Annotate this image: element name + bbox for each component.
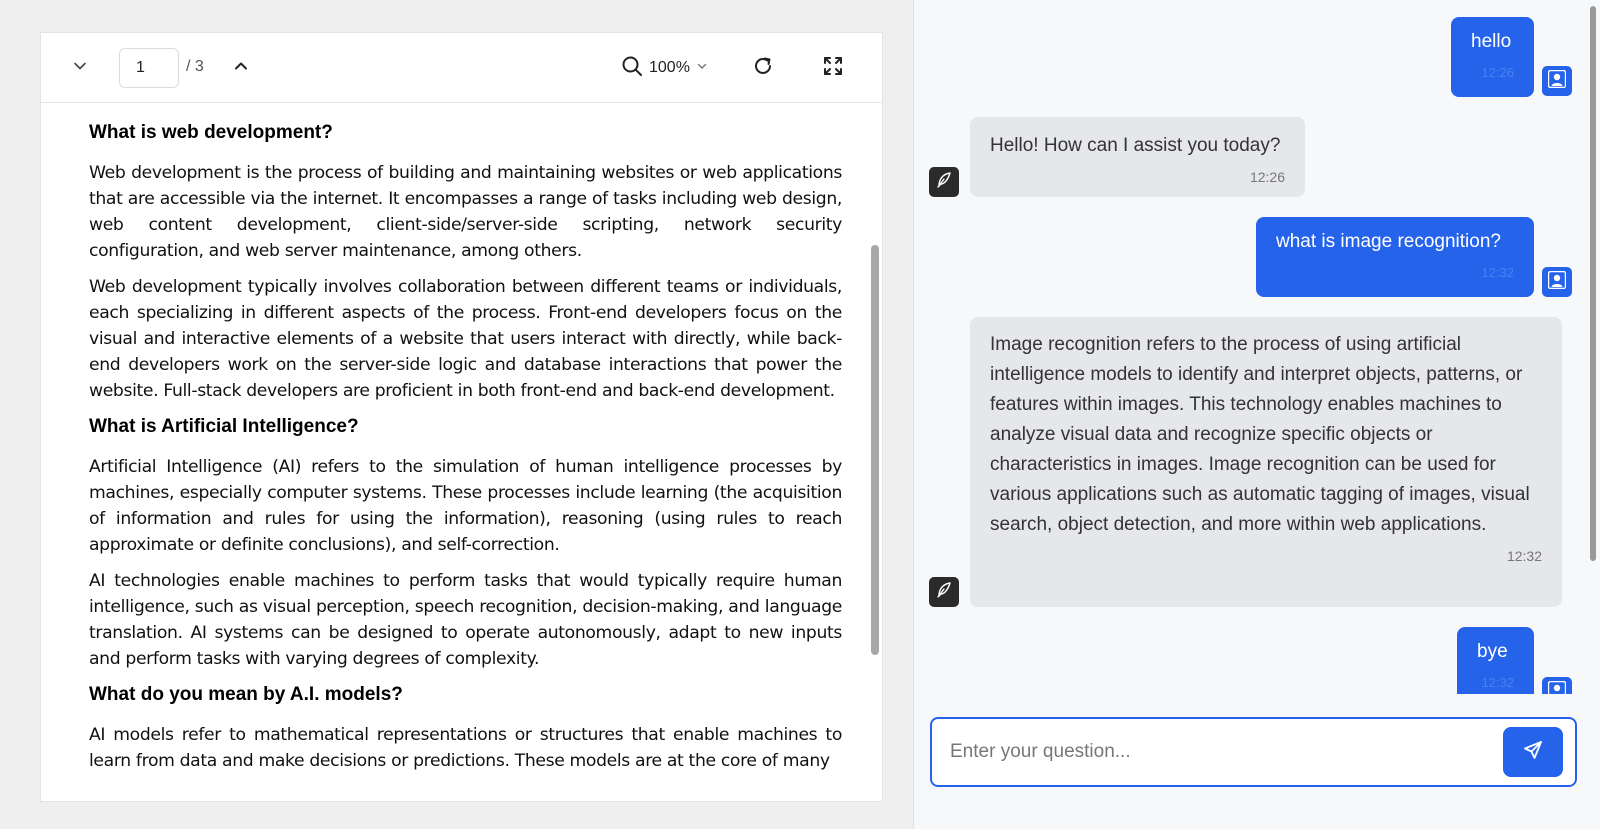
- chevron-down-icon: [696, 59, 708, 77]
- paragraph: Web development is the process of buildi…: [89, 163, 842, 261]
- section-heading: What do you mean by A.I. models?: [89, 684, 403, 705]
- chat-input-box: [930, 717, 1577, 787]
- section-heading: What is web development?: [89, 122, 333, 143]
- chat-panel: hello 12:26 Hello! How can I assist you …: [913, 0, 1600, 829]
- prev-page-button[interactable]: [63, 51, 97, 85]
- message-text: hello: [1471, 31, 1512, 52]
- user-message: hello 12:26: [1451, 17, 1534, 97]
- user-message: bye 12:32: [1457, 627, 1534, 694]
- zoom-level: 100%: [649, 59, 690, 76]
- message-text: bye: [1477, 641, 1508, 662]
- message-text: Image recognition refers to the process …: [990, 334, 1530, 535]
- rotate-button[interactable]: [746, 51, 780, 85]
- page-number-input[interactable]: [119, 48, 179, 88]
- section-heading: What is Artificial Intelligence?: [89, 416, 359, 437]
- paragraph: AI models refer to mathematical represen…: [89, 725, 842, 771]
- fullscreen-icon: [823, 56, 843, 81]
- message-list: hello 12:26 Hello! How can I assist you …: [914, 0, 1600, 694]
- chevron-down-icon: [72, 58, 88, 79]
- paragraph: AI technologies enable machines to perfo…: [89, 571, 842, 669]
- pdf-scrollbar[interactable]: [871, 245, 879, 655]
- pdf-toolbar: / 3 100%: [41, 33, 882, 103]
- chevron-up-icon: [233, 58, 249, 79]
- question-input[interactable]: [950, 733, 1480, 771]
- fullscreen-button[interactable]: [816, 51, 850, 85]
- message-text: Hello! How can I assist you today?: [990, 135, 1281, 156]
- rotate-icon: [752, 55, 774, 82]
- avatar: [929, 167, 959, 197]
- user-icon: [1547, 680, 1567, 694]
- chat-scrollbar[interactable]: [1590, 6, 1596, 561]
- zoom-control[interactable]: 100%: [621, 51, 708, 85]
- user-icon: [1547, 69, 1567, 93]
- next-page-button[interactable]: [224, 51, 258, 85]
- message-time: 12:32: [1481, 265, 1514, 280]
- page-total: / 3: [186, 58, 204, 75]
- message-time: 12:26: [1481, 65, 1514, 80]
- avatar: [1542, 66, 1572, 96]
- send-button[interactable]: [1503, 727, 1563, 777]
- pdf-page-content: What is web development? Web development…: [41, 104, 882, 801]
- paragraph: Artificial Intelligence (AI) refers to t…: [89, 457, 842, 555]
- bot-message: Hello! How can I assist you today? 12:26: [970, 117, 1305, 197]
- message-time: 12:26: [1249, 169, 1285, 185]
- avatar: [1542, 677, 1572, 694]
- message-time: 12:32: [1506, 548, 1542, 564]
- message-time: 12:32: [1481, 675, 1514, 690]
- feather-icon: [935, 581, 953, 604]
- user-message: what is image recognition? 12:32: [1256, 217, 1534, 297]
- paragraph: Web development typically involves colla…: [89, 277, 842, 401]
- user-icon: [1547, 270, 1567, 294]
- pdf-viewer: / 3 100%: [40, 32, 883, 802]
- pdf-panel: / 3 100%: [0, 0, 913, 829]
- bot-message: Image recognition refers to the process …: [970, 317, 1562, 607]
- avatar: [929, 577, 959, 607]
- feather-icon: [935, 171, 953, 194]
- avatar: [1542, 267, 1572, 297]
- message-text: what is image recognition?: [1276, 231, 1501, 252]
- send-icon: [1523, 740, 1543, 765]
- search-icon: [621, 55, 643, 82]
